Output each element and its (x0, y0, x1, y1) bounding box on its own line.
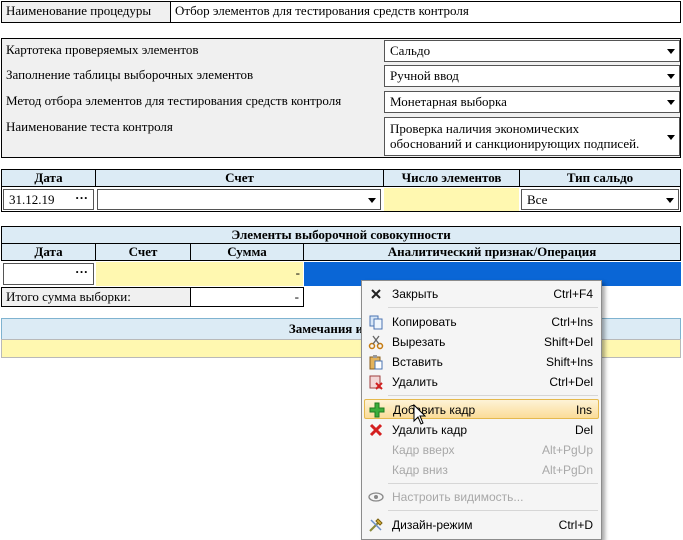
sample-date-field[interactable]: ··· (3, 263, 94, 285)
filter-balance-type-value: Все (527, 192, 548, 207)
chevron-down-icon[interactable] (667, 49, 675, 54)
procedure-name-value[interactable]: Отбор элементов для тестирования средств… (170, 1, 681, 23)
menu-separator (388, 307, 598, 308)
mouse-cursor-icon (413, 404, 427, 425)
total-sum-value: - (190, 287, 304, 307)
filter-balance-type-select[interactable]: Все (521, 189, 679, 210)
chevron-down-icon[interactable] (667, 74, 675, 79)
card-file-select[interactable]: Сальдо (384, 40, 680, 62)
chevron-down-icon[interactable] (667, 100, 675, 105)
chevron-down-icon[interactable] (368, 197, 376, 203)
selection-method-value: Монетарная выборка (390, 94, 507, 109)
add-frame-icon (369, 402, 385, 418)
sample-account-header: Счет (95, 243, 191, 261)
paste-icon (368, 354, 384, 370)
sample-title: Элементы выборочной совокупности (1, 226, 681, 244)
filter-count-field[interactable] (384, 188, 519, 211)
control-test-value-line1: Проверка наличия экономических (390, 121, 580, 136)
sample-date-header: Дата (1, 243, 96, 261)
ellipsis-button-icon[interactable]: ··· (75, 264, 88, 280)
menu-item-visibility[interactable]: Настроить видимость... (364, 487, 599, 507)
filter-date-value: 31.12.19 (9, 192, 55, 207)
copy-icon (368, 314, 384, 330)
procedure-name-label: Наименование процедуры (1, 1, 171, 23)
delete-icon (368, 374, 384, 390)
card-file-label: Картотека проверяемых элементов (6, 42, 199, 57)
filter-count-header: Число элементов (383, 169, 520, 187)
filter-date-header: Дата (1, 169, 96, 187)
eye-icon (368, 489, 384, 505)
menu-item-design-mode[interactable]: Дизайн-режим Ctrl+D (364, 515, 599, 535)
sample-attr-header: Аналитический признак/Операция (303, 243, 681, 261)
sample-sum-cell[interactable]: - (191, 262, 303, 286)
selection-method-select[interactable]: Монетарная выборка (384, 91, 680, 113)
fill-mode-value: Ручной ввод (390, 68, 459, 83)
sample-sum-header: Сумма (190, 243, 304, 261)
ellipsis-button-icon[interactable]: ··· (75, 190, 88, 206)
filter-account-select[interactable] (97, 189, 381, 210)
menu-item-copy[interactable]: Копировать Ctrl+Ins (364, 312, 599, 332)
menu-item-delete-frame[interactable]: Удалить кадр Del (364, 420, 599, 440)
chevron-down-icon[interactable] (666, 197, 674, 203)
menu-item-add-frame[interactable]: Добавить кадр Ins (364, 399, 599, 419)
cut-icon (368, 334, 384, 350)
total-sum-label: Итого сумма выборки: (1, 287, 191, 307)
context-menu: Закрыть Ctrl+F4 Копировать Ctrl+Ins Выре… (361, 280, 602, 540)
menu-item-cut[interactable]: Вырезать Shift+Del (364, 332, 599, 352)
menu-separator (388, 483, 598, 484)
selection-method-label: Метод отбора элементов для тестирования … (6, 93, 342, 108)
control-test-label: Наименование теста контроля (6, 119, 173, 134)
filter-date-field[interactable]: 31.12.19 ··· (3, 189, 94, 210)
fill-mode-label: Заполнение таблицы выборочных элементов (6, 67, 254, 82)
menu-item-frame-down[interactable]: Кадр вниз Alt+PgDn (364, 460, 599, 480)
menu-separator (388, 510, 598, 511)
filter-balance-type-header: Тип сальдо (519, 169, 681, 187)
delete-frame-icon (368, 422, 384, 438)
card-file-value: Сальдо (390, 43, 431, 58)
control-test-value-line2: обоснований и санкционирующих подписей. (390, 136, 640, 151)
menu-item-paste[interactable]: Вставить Shift+Ins (364, 352, 599, 372)
control-test-select[interactable]: Проверка наличия экономических обоснован… (384, 117, 680, 156)
menu-item-frame-up[interactable]: Кадр вверх Alt+PgUp (364, 440, 599, 460)
close-icon (368, 286, 384, 302)
sample-account-cell[interactable] (96, 262, 191, 286)
menu-item-close[interactable]: Закрыть Ctrl+F4 (364, 284, 599, 304)
chevron-down-icon[interactable] (667, 134, 675, 140)
filter-account-header: Счет (95, 169, 384, 187)
fill-mode-select[interactable]: Ручной ввод (384, 65, 680, 87)
design-mode-icon (368, 517, 384, 533)
menu-separator (388, 395, 598, 396)
menu-item-delete[interactable]: Удалить Ctrl+Del (364, 372, 599, 392)
